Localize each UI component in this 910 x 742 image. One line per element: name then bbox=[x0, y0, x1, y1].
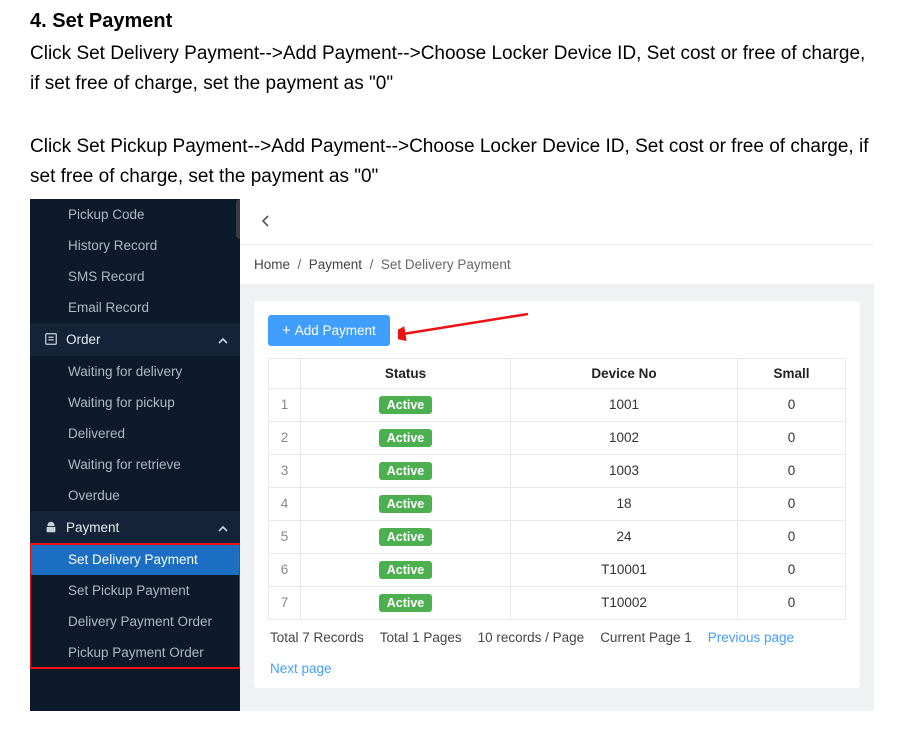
cell-device: 1003 bbox=[511, 454, 738, 487]
cell-small: 0 bbox=[738, 586, 846, 619]
sidebar-item-overdue[interactable]: Overdue bbox=[30, 480, 240, 511]
table-row[interactable]: 7 Active T100020 bbox=[269, 586, 846, 619]
sidebar-item-email-record[interactable]: Email Record bbox=[30, 292, 240, 323]
cell-status: Active bbox=[301, 454, 511, 487]
cell-device: T10001 bbox=[511, 553, 738, 586]
pager-next[interactable]: Next page bbox=[270, 661, 332, 676]
table-row[interactable]: 1 Active 10010 bbox=[269, 388, 846, 421]
content-area: Home / Payment / Set Delivery Payment + … bbox=[240, 199, 874, 711]
table-row[interactable]: 5 Active 240 bbox=[269, 520, 846, 553]
cell-small: 0 bbox=[738, 487, 846, 520]
pagination: Total 7 Records Total 1 Pages 10 records… bbox=[268, 620, 846, 678]
sidebar-item-delivered[interactable]: Delivered bbox=[30, 418, 240, 449]
cell-index: 7 bbox=[269, 586, 301, 619]
chevron-up-icon bbox=[218, 334, 228, 344]
chevron-up-icon bbox=[218, 522, 228, 532]
pager-total-pages: Total 1 Pages bbox=[380, 630, 462, 645]
cell-status: Active bbox=[301, 487, 511, 520]
cell-device: 24 bbox=[511, 520, 738, 553]
table-row[interactable]: 2 Active 10020 bbox=[269, 421, 846, 454]
cell-status: Active bbox=[301, 421, 511, 454]
breadcrumb-home[interactable]: Home bbox=[254, 257, 290, 272]
table-row[interactable]: 4 Active 180 bbox=[269, 487, 846, 520]
col-small: Small bbox=[738, 358, 846, 388]
status-badge: Active bbox=[379, 528, 433, 546]
sidebar-item-set-delivery-payment[interactable]: Set Delivery Payment bbox=[30, 544, 240, 575]
cell-index: 6 bbox=[269, 553, 301, 586]
cell-status: Active bbox=[301, 586, 511, 619]
cell-status: Active bbox=[301, 520, 511, 553]
sidebar: Pickup Code History Record SMS Record Em… bbox=[30, 199, 240, 711]
plus-icon: + bbox=[282, 323, 291, 338]
breadcrumb-payment[interactable]: Payment bbox=[309, 257, 362, 272]
annotation-arrow bbox=[398, 309, 538, 359]
cell-device: 1002 bbox=[511, 421, 738, 454]
table-row[interactable]: 3 Active 10030 bbox=[269, 454, 846, 487]
col-status: Status bbox=[301, 358, 511, 388]
sidebar-group-payment[interactable]: Payment bbox=[30, 511, 240, 544]
pager-per-page: 10 records / Page bbox=[478, 630, 585, 645]
sidebar-item-pickup-payment-order[interactable]: Pickup Payment Order bbox=[30, 637, 240, 668]
sidebar-group-payment-label: Payment bbox=[66, 520, 119, 535]
col-index bbox=[269, 358, 301, 388]
status-badge: Active bbox=[379, 429, 433, 447]
cell-small: 0 bbox=[738, 553, 846, 586]
cell-index: 1 bbox=[269, 388, 301, 421]
doc-paragraph-1: Click Set Delivery Payment-->Add Payment… bbox=[30, 39, 880, 100]
status-badge: Active bbox=[379, 396, 433, 414]
payment-icon bbox=[44, 520, 58, 534]
doc-paragraph-2: Click Set Pickup Payment-->Add Payment--… bbox=[30, 132, 880, 193]
sidebar-group-order[interactable]: Order bbox=[30, 323, 240, 356]
cell-small: 0 bbox=[738, 421, 846, 454]
sidebar-item-waiting-pickup[interactable]: Waiting for pickup bbox=[30, 387, 240, 418]
breadcrumb-current: Set Delivery Payment bbox=[381, 257, 511, 272]
highlight-box: Set Delivery Payment Set Pickup Payment … bbox=[30, 544, 240, 668]
topbar bbox=[240, 199, 874, 245]
sidebar-item-sms-record[interactable]: SMS Record bbox=[30, 261, 240, 292]
back-button[interactable] bbox=[250, 207, 282, 236]
cell-index: 3 bbox=[269, 454, 301, 487]
sidebar-group-order-label: Order bbox=[66, 332, 101, 347]
order-icon bbox=[44, 332, 58, 346]
app-screenshot: Pickup Code History Record SMS Record Em… bbox=[30, 199, 874, 711]
cell-small: 0 bbox=[738, 520, 846, 553]
cell-index: 2 bbox=[269, 421, 301, 454]
status-badge: Active bbox=[379, 594, 433, 612]
sidebar-item-waiting-retrieve[interactable]: Waiting for retrieve bbox=[30, 449, 240, 480]
add-payment-label: Add Payment bbox=[295, 323, 376, 338]
table-header-row: Status Device No Small bbox=[269, 358, 846, 388]
cell-status: Active bbox=[301, 388, 511, 421]
cell-small: 0 bbox=[738, 388, 846, 421]
sidebar-item-pickup-code[interactable]: Pickup Code bbox=[30, 199, 240, 230]
doc-heading: 4. Set Payment bbox=[30, 10, 880, 33]
card: + Add Payment bbox=[254, 301, 860, 688]
sidebar-item-delivery-payment-order[interactable]: Delivery Payment Order bbox=[30, 606, 240, 637]
add-payment-button[interactable]: + Add Payment bbox=[268, 315, 390, 346]
col-device: Device No bbox=[511, 358, 738, 388]
cell-device: 18 bbox=[511, 487, 738, 520]
status-badge: Active bbox=[379, 462, 433, 480]
sidebar-item-waiting-delivery[interactable]: Waiting for delivery bbox=[30, 356, 240, 387]
sidebar-item-set-pickup-payment[interactable]: Set Pickup Payment bbox=[30, 575, 240, 606]
status-badge: Active bbox=[379, 561, 433, 579]
cell-status: Active bbox=[301, 553, 511, 586]
sidebar-item-history-record[interactable]: History Record bbox=[30, 230, 240, 261]
cell-small: 0 bbox=[738, 454, 846, 487]
pager-prev[interactable]: Previous page bbox=[708, 630, 794, 645]
pager-current: Current Page 1 bbox=[600, 630, 692, 645]
table-row[interactable]: 6 Active T100010 bbox=[269, 553, 846, 586]
breadcrumb: Home / Payment / Set Delivery Payment bbox=[240, 245, 874, 285]
payments-table: Status Device No Small 1Active100102Acti… bbox=[268, 358, 846, 620]
cell-index: 4 bbox=[269, 487, 301, 520]
status-badge: Active bbox=[379, 495, 433, 513]
cell-device: T10002 bbox=[511, 586, 738, 619]
cell-device: 1001 bbox=[511, 388, 738, 421]
pager-total-records: Total 7 Records bbox=[270, 630, 364, 645]
cell-index: 5 bbox=[269, 520, 301, 553]
